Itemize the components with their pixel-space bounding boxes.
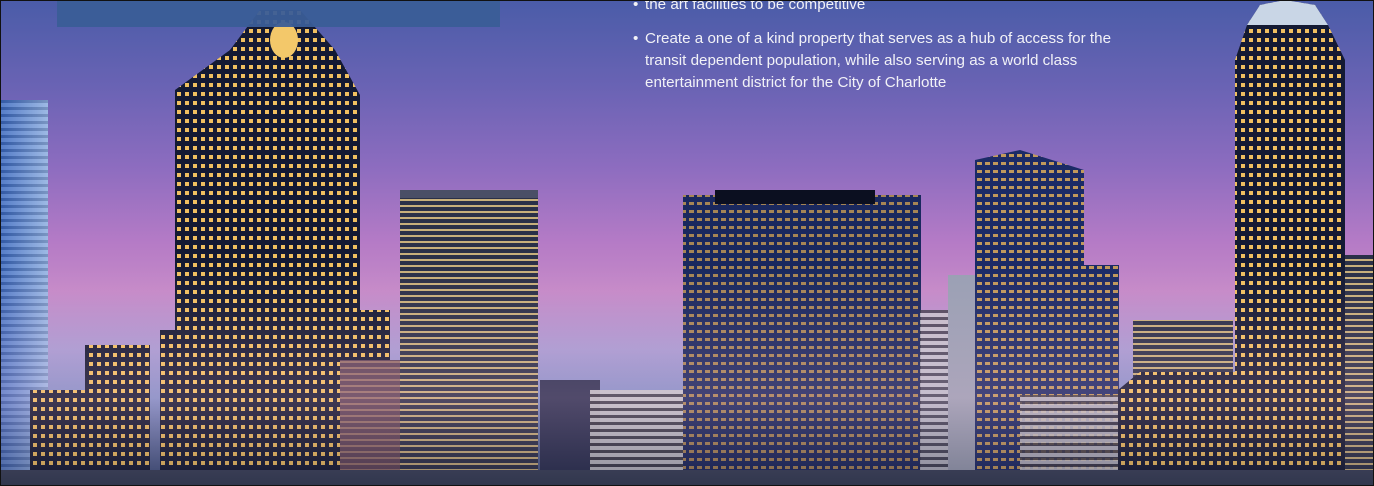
bullet-marker: • [633, 0, 639, 13]
bullet-text: the art facilities to be competitive [645, 0, 866, 13]
presentation-slide: • the art facilities to be competitive •… [0, 0, 1374, 486]
title-band [57, 0, 500, 27]
bullet-item: • Create a one of a kind property that s… [633, 28, 1153, 94]
bullet-list: • the art facilities to be competitive •… [633, 0, 1153, 106]
bullet-text: Create a one of a kind property that ser… [645, 30, 1112, 91]
bullet-item: • the art facilities to be competitive [633, 0, 1153, 16]
bullet-marker: • [633, 30, 639, 47]
city-glow-overlay [0, 266, 1374, 486]
